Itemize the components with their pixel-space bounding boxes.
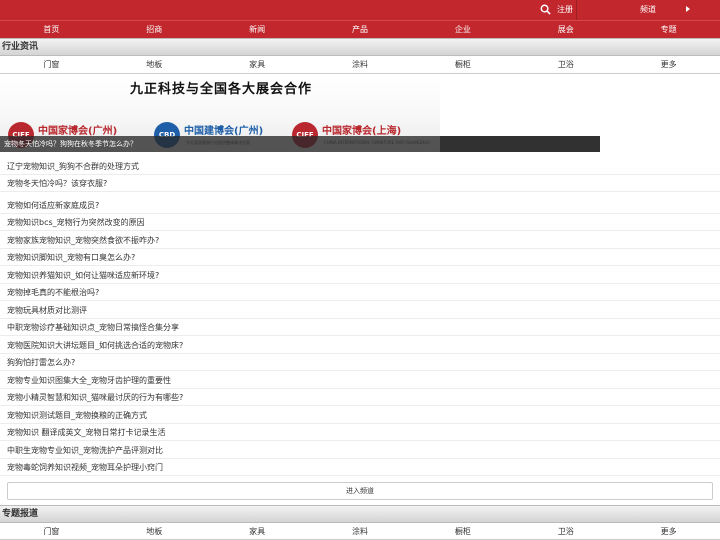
- list-item[interactable]: 宠物专业知识图集大全_宠物牙齿护理的重要性: [0, 372, 720, 389]
- article-title: 宠物知识养猫知识_如何让猫咪适应新环境?: [7, 271, 160, 280]
- nav-item-products[interactable]: 产品: [309, 21, 412, 38]
- list-item[interactable]: 中职生宠物专业知识_宠物洗护产品评测对比: [0, 442, 720, 459]
- topbar-divider: [576, 0, 577, 20]
- list-item[interactable]: 宠物毒蛇饲养知识视频_宠物耳朵护理小窍门: [0, 459, 720, 476]
- arrow-right-icon[interactable]: [686, 6, 690, 12]
- subnav-item-doors[interactable]: 门窗: [0, 56, 103, 73]
- section-header-special-reports: 专题报道: [0, 505, 720, 523]
- article-title: 宠物家族宠物知识_宠物突然食欲不振咋办?: [7, 236, 160, 245]
- subnav-item-cabinets[interactable]: 橱柜: [411, 56, 514, 73]
- article-title: 宠物知识bcs_宠物行为突然改变的原因: [7, 218, 145, 227]
- article-title: 宠物冬天怕冷吗？该穿衣服?: [7, 179, 108, 188]
- search-icon[interactable]: [540, 4, 551, 15]
- article-title: 宠物小精灵智慧和知识_猫咪最讨厌的行为有哪些?: [7, 393, 184, 402]
- subnav-item-paint[interactable]: 涂料: [309, 56, 412, 73]
- list-item[interactable]: 宠物医院知识大讲坛题目_如何挑选合适的宠物床?: [0, 337, 720, 354]
- article-title: 宠物如何适应新家庭成员?: [7, 201, 100, 210]
- article-title: 宠物玩具材质对比测评: [7, 306, 87, 315]
- subnav-item-furniture[interactable]: 家具: [206, 523, 309, 539]
- article-title: 中职生宠物专业知识_宠物洗护产品评测对比: [7, 446, 163, 455]
- article-title: 宠物医院知识大讲坛题目_如何挑选合适的宠物床?: [7, 341, 184, 350]
- special-subnav: 门窗 地板 家具 涂料 橱柜 卫浴 更多: [0, 523, 720, 540]
- banner-headline: 九正科技与全国各大展会合作: [130, 82, 313, 97]
- banner-caption-bar[interactable]: 宠物冬天怕冷吗？狗狗在秋冬季节怎么办？: [0, 136, 600, 152]
- list-item[interactable]: 宠物知识 翻译成英文_宠物日常打卡记录生活: [0, 424, 720, 441]
- article-title: 宠物掉毛真的不能根治吗?: [7, 288, 100, 297]
- subnav-item-doors[interactable]: 门窗: [0, 523, 103, 539]
- banner-caption: 宠物冬天怕冷吗？狗狗在秋冬季节怎么办？: [4, 140, 137, 148]
- section-title: 专题报道: [2, 509, 39, 519]
- channel-menu[interactable]: 频道: [640, 4, 656, 15]
- list-item[interactable]: 宠物玩具材质对比测评: [0, 302, 720, 319]
- article-title: 宠物知识脚知识_宠物有口臭怎么办?: [7, 253, 136, 262]
- nav-item-news[interactable]: 新闻: [206, 21, 309, 38]
- list-item[interactable]: 狗狗怕打雷怎么办?: [0, 354, 720, 371]
- subnav-item-flooring[interactable]: 地板: [103, 56, 206, 73]
- article-title: 辽宁宠物知识_狗狗不合群的处理方式: [7, 162, 139, 171]
- subnav-item-bathroom[interactable]: 卫浴: [514, 523, 617, 539]
- nav-item-investment[interactable]: 招商: [103, 21, 206, 38]
- article-title: 宠物专业知识图集大全_宠物牙齿护理的重要性: [7, 376, 171, 385]
- subnav-item-more[interactable]: 更多: [617, 56, 720, 73]
- subnav-item-furniture[interactable]: 家具: [206, 56, 309, 73]
- register-link[interactable]: 注册: [557, 4, 573, 15]
- subnav-item-bathroom[interactable]: 卫浴: [514, 56, 617, 73]
- nav-item-companies[interactable]: 企业: [411, 21, 514, 38]
- article-title: 中职宠物诊疗基础知识点_宠物日常搞怪合集分享: [7, 323, 179, 332]
- article-title: 狗狗怕打雷怎么办?: [7, 358, 76, 367]
- list-item[interactable]: 宠物小精灵智慧和知识_猫咪最讨厌的行为有哪些?: [0, 389, 720, 406]
- nav-item-home[interactable]: 首页: [0, 21, 103, 38]
- list-item[interactable]: 宠物家族宠物知识_宠物突然食欲不振咋办?: [0, 232, 720, 249]
- subnav-item-more[interactable]: 更多: [617, 523, 720, 539]
- subnav-item-flooring[interactable]: 地板: [103, 523, 206, 539]
- list-item[interactable]: 宠物知识脚知识_宠物有口臭怎么办?: [0, 249, 720, 266]
- list-item[interactable]: 宠物冬天怕冷吗？该穿衣服?: [0, 175, 720, 192]
- enter-channel-button[interactable]: 进入频道: [7, 482, 713, 500]
- article-title: 宠物知识测试题目_宠物换粮的正确方式: [7, 411, 147, 420]
- article-title: 宠物毒蛇饲养知识视频_宠物耳朵护理小窍门: [7, 463, 163, 472]
- list-item[interactable]: 宠物知识bcs_宠物行为突然改变的原因: [0, 214, 720, 231]
- list-item[interactable]: 宠物如何适应新家庭成员?: [0, 197, 720, 214]
- top-bar: 注册 频道: [0, 0, 720, 20]
- subnav-item-paint[interactable]: 涂料: [309, 523, 412, 539]
- list-item[interactable]: 辽宁宠物知识_狗狗不合群的处理方式: [0, 158, 720, 175]
- list-item[interactable]: 宠物知识测试题目_宠物换粮的正确方式: [0, 407, 720, 424]
- subnav-item-cabinets[interactable]: 橱柜: [411, 523, 514, 539]
- main-nav: 首页 招商 新闻 产品 企业 展会 专题: [0, 20, 720, 38]
- industry-subnav: 门窗 地板 家具 涂料 橱柜 卫浴 更多: [0, 56, 720, 74]
- nav-item-topics[interactable]: 专题: [617, 21, 720, 38]
- list-item[interactable]: 宠物掉毛真的不能根治吗?: [0, 284, 720, 301]
- section-title: 行业资讯: [2, 42, 39, 52]
- list-item[interactable]: 中职宠物诊疗基础知识点_宠物日常搞怪合集分享: [0, 319, 720, 336]
- list-item[interactable]: 宠物知识养猫知识_如何让猫咪适应新环境?: [0, 267, 720, 284]
- nav-item-exhibitions[interactable]: 展会: [514, 21, 617, 38]
- article-title: 宠物知识 翻译成英文_宠物日常打卡记录生活: [7, 428, 166, 437]
- section-header-industry-news: 行业资讯: [0, 38, 720, 56]
